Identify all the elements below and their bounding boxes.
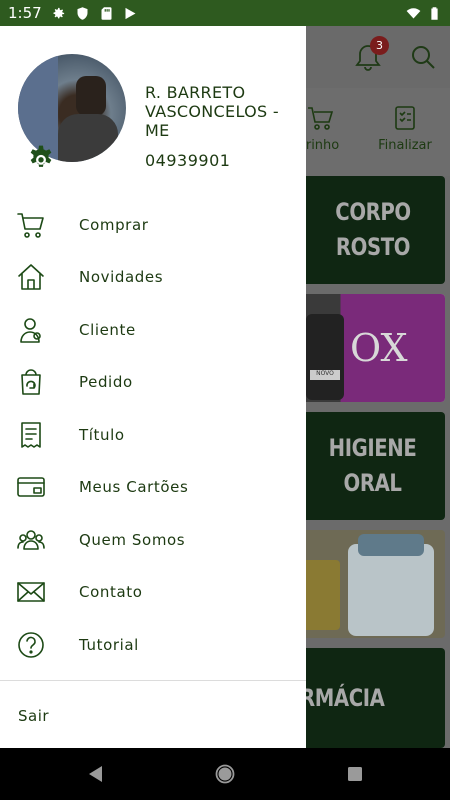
logout-button[interactable]: Sair (18, 707, 49, 725)
battery-icon (431, 6, 438, 20)
group-icon (16, 525, 46, 555)
cart-icon (308, 107, 334, 130)
status-bar: 1:57 (0, 0, 450, 26)
notification-badge: 3 (370, 36, 389, 55)
drawer-divider (0, 680, 306, 681)
wifi-icon (406, 7, 421, 18)
menu-label: Tutorial (79, 636, 139, 654)
menu-label: Pedido (79, 373, 133, 391)
envelope-icon (16, 577, 46, 607)
banner-line: ROSTO (335, 233, 410, 261)
checklist-icon (395, 106, 415, 130)
menu-item-comprar[interactable]: Comprar (0, 199, 306, 251)
menu-label: Contato (79, 583, 143, 601)
banner-line: HIGIENE (328, 434, 417, 463)
sd-card-notification-icon (101, 6, 112, 20)
menu-label: Meus Cartões (79, 478, 189, 496)
menu-item-novidades[interactable]: Novidades (0, 251, 306, 303)
tab-cart-label: rrinho (300, 138, 340, 153)
recent-apps-icon[interactable] (345, 764, 365, 784)
user-name: R. BARRETO VASCONCELOS - ME (145, 83, 279, 140)
gear-icon[interactable] (24, 140, 58, 174)
receipt-icon (16, 420, 46, 450)
search-icon[interactable] (410, 44, 436, 70)
menu-item-tutorial[interactable]: Tutorial (0, 619, 306, 671)
navigation-drawer: R. BARRETO VASCONCELOS - ME 04939901 Com… (0, 26, 306, 748)
menu-label: Quem Somos (79, 531, 186, 549)
menu-item-contato[interactable]: Contato (0, 566, 306, 618)
home-icon[interactable] (215, 764, 235, 784)
banner-product-photo[interactable]: NOVO OX (300, 294, 445, 402)
tab-finalizar-label: Finalizar (378, 138, 432, 153)
menu-item-quem-somos[interactable]: Quem Somos (0, 514, 306, 566)
banner-line: ORAL (343, 469, 402, 497)
play-store-notification-icon (125, 7, 136, 19)
menu-label: Comprar (79, 216, 149, 234)
menu-item-cliente[interactable]: Cliente (0, 304, 306, 356)
status-time: 1:57 (8, 4, 42, 22)
menu-item-titulo[interactable]: Título (0, 409, 306, 461)
banner-corpo-rosto[interactable]: CORPO ROSTO (300, 176, 445, 284)
client-icon (16, 315, 46, 345)
order-bag-icon (16, 367, 46, 397)
credit-card-icon (16, 472, 46, 502)
tab-finalizar[interactable]: Finalizar (370, 104, 440, 153)
question-icon (16, 630, 46, 660)
banner-farmacia[interactable]: RMÁCIA (300, 648, 445, 748)
banner-higiene-oral[interactable]: HIGIENE ORAL (300, 412, 445, 520)
menu-label: Cliente (79, 321, 136, 339)
menu-label: Novidades (79, 268, 164, 286)
house-icon (16, 262, 46, 292)
back-icon[interactable] (86, 764, 106, 784)
banner-product-label: OX (350, 326, 408, 370)
menu-item-meus-cartoes[interactable]: Meus Cartões (0, 461, 306, 513)
settings-notification-icon (53, 7, 64, 18)
user-code: 04939901 (145, 151, 231, 170)
shield-notification-icon (77, 6, 88, 20)
cart-icon (16, 210, 46, 240)
system-navigation-bar (0, 748, 450, 800)
menu-label: Título (79, 426, 125, 444)
banner-line: CORPO (334, 198, 411, 227)
menu-item-pedido[interactable]: Pedido (0, 356, 306, 408)
banner-line: RMÁCIA (300, 683, 385, 712)
banner-baby-products[interactable] (300, 530, 445, 638)
